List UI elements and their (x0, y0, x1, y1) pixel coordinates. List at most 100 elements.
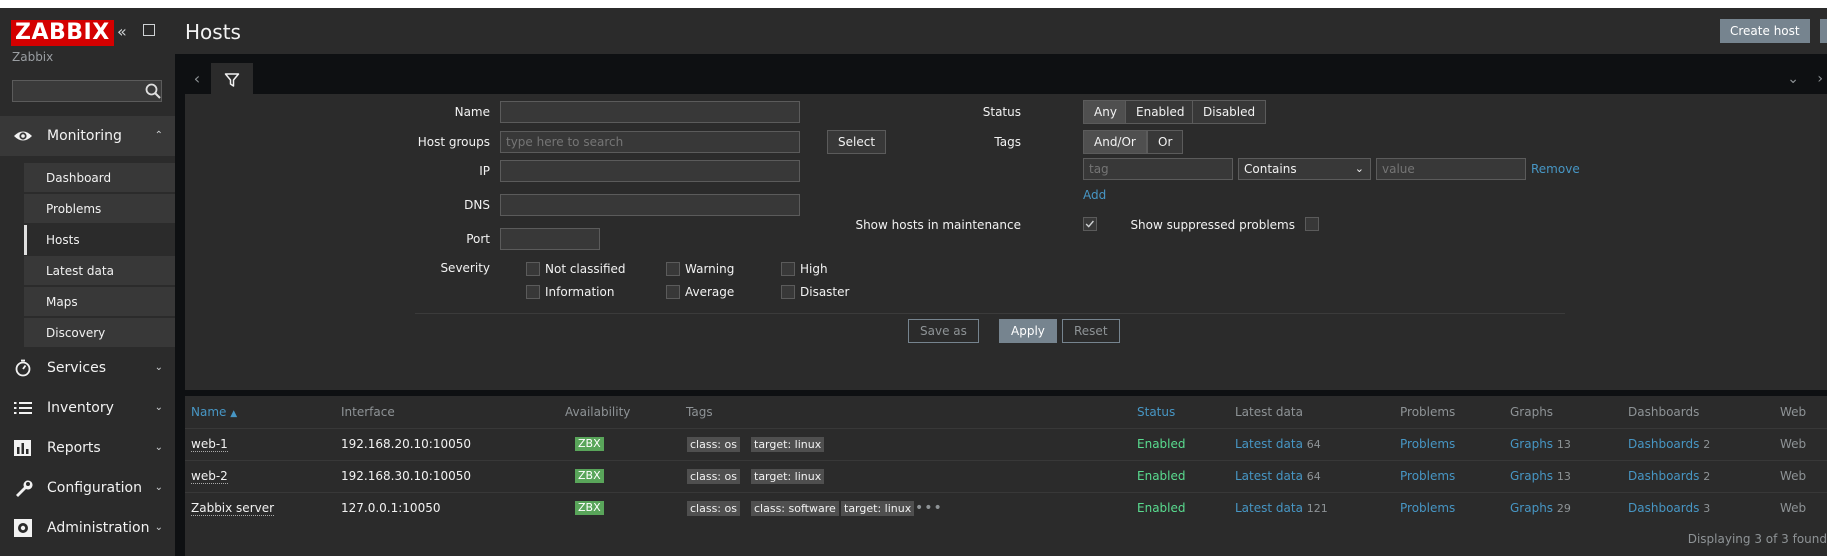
table-row: web-1 192.168.20.10:10050 ZBX class: os … (185, 428, 1827, 459)
ip-label: IP (479, 164, 490, 178)
kiosk-sidebar-icon[interactable] (143, 24, 155, 36)
dns-input[interactable] (500, 194, 800, 216)
page-header: Hosts Create host (175, 8, 1827, 54)
filter-panel: Name Host groups Select IP DNS Port Seve… (185, 94, 1827, 390)
tag-name-input[interactable] (1083, 158, 1233, 180)
tags-or-button[interactable]: Or (1147, 130, 1184, 154)
submenu-problems[interactable]: Problems (24, 194, 175, 224)
menu-reports[interactable]: Reports ⌄ (0, 428, 175, 468)
apply-button[interactable]: Apply (999, 319, 1057, 343)
host-tag[interactable]: class: os (687, 501, 740, 516)
graphs-link[interactable]: Graphs 29 (1510, 493, 1571, 524)
severity-information-checkbox[interactable] (526, 285, 540, 299)
column-header-latest-data: Latest data (1235, 405, 1303, 419)
dashboards-link[interactable]: Dashboards 2 (1628, 461, 1710, 492)
severity-label: Severity (440, 261, 490, 275)
status-enabled-button[interactable]: Enabled (1125, 100, 1196, 124)
graphs-link[interactable]: Graphs 13 (1510, 461, 1571, 492)
tag-value-input[interactable] (1376, 158, 1526, 180)
dashboards-link[interactable]: Dashboards 2 (1628, 429, 1710, 460)
hosts-table: Name ▲ Interface Availability Tags Statu… (185, 396, 1827, 556)
submenu-dashboard[interactable]: Dashboard (24, 163, 175, 193)
host-tag[interactable]: class: software (751, 501, 839, 516)
dashboards-link[interactable]: Dashboards 3 (1628, 493, 1710, 524)
chevron-down-icon: ⌄ (154, 362, 163, 373)
host-tag[interactable]: target: linux (751, 437, 825, 452)
tag-add-link[interactable]: Add (1083, 188, 1106, 202)
host-interface: 192.168.20.10:10050 (341, 437, 472, 451)
chevron-down-icon[interactable]: ⌄ (1787, 63, 1799, 95)
severity-high-checkbox[interactable] (781, 262, 795, 276)
submenu-latest-data[interactable]: Latest data (24, 256, 175, 286)
host-tag[interactable]: class: os (687, 437, 740, 452)
host-groups-input[interactable] (500, 131, 800, 153)
submenu-maps[interactable]: Maps (24, 287, 175, 317)
menu-administration[interactable]: Administration ⌄ (0, 508, 175, 548)
status-disabled-button[interactable]: Disabled (1192, 100, 1267, 124)
page-title: Hosts (185, 20, 241, 44)
host-status-link[interactable]: Enabled (1137, 429, 1186, 459)
host-tag[interactable]: target: linux (751, 469, 825, 484)
menu-configuration[interactable]: Configuration ⌄ (0, 468, 175, 508)
save-as-button[interactable]: Save as (908, 319, 979, 343)
submenu-discovery[interactable]: Discovery (24, 318, 175, 348)
tag-operator-select[interactable]: Contains ⌄ (1238, 158, 1371, 180)
table-footer-count: Displaying 3 of 3 found (1687, 532, 1827, 546)
more-tags-icon[interactable]: ••• (915, 493, 943, 523)
menu-administration-label: Administration (47, 520, 150, 536)
host-name-link[interactable]: web-2 (191, 461, 228, 491)
severity-warning-checkbox[interactable] (666, 262, 680, 276)
availability-zbx-badge[interactable]: ZBX (575, 469, 604, 483)
severity-disaster-checkbox[interactable] (781, 285, 795, 299)
menu-monitoring[interactable]: Monitoring ⌃ (0, 116, 175, 156)
latest-data-link[interactable]: Latest data 121 (1235, 493, 1328, 524)
menu-services[interactable]: Services ⌄ (0, 348, 175, 388)
port-input[interactable] (500, 228, 600, 250)
host-tag[interactable]: class: os (687, 469, 740, 484)
reset-button[interactable]: Reset (1062, 319, 1120, 343)
ip-input[interactable] (500, 160, 800, 182)
web-link[interactable]: Web (1780, 429, 1806, 459)
column-header-status[interactable]: Status (1137, 396, 1175, 428)
menu-inventory[interactable]: Inventory ⌄ (0, 388, 175, 428)
graphs-link[interactable]: Graphs 13 (1510, 429, 1571, 460)
problems-link[interactable]: Problems (1400, 429, 1455, 459)
latest-data-link[interactable]: Latest data 64 (1235, 429, 1321, 460)
availability-zbx-badge[interactable]: ZBX (575, 437, 604, 451)
severity-not-classified-checkbox[interactable] (526, 262, 540, 276)
chevron-down-icon: ⌄ (1354, 162, 1364, 175)
problems-link[interactable]: Problems (1400, 493, 1455, 523)
kiosk-mode-button[interactable] (1820, 19, 1827, 43)
column-header-name[interactable]: Name ▲ (191, 396, 237, 430)
submenu-hosts-label: Hosts (46, 233, 80, 247)
severity-average-checkbox[interactable] (666, 285, 680, 299)
status-any-button[interactable]: Any (1083, 100, 1128, 124)
host-status-link[interactable]: Enabled (1137, 493, 1186, 523)
problems-link[interactable]: Problems (1400, 461, 1455, 491)
sidebar-search-input[interactable] (12, 80, 162, 102)
menu-reports-label: Reports (47, 440, 101, 456)
menu-monitoring-label: Monitoring (47, 128, 122, 144)
host-status-link[interactable]: Enabled (1137, 461, 1186, 491)
availability-zbx-badge[interactable]: ZBX (575, 501, 604, 515)
tag-remove-link[interactable]: Remove (1531, 162, 1580, 176)
collapse-sidebar-icon[interactable]: « (117, 22, 127, 42)
tags-and-or-button[interactable]: And/Or (1083, 130, 1147, 154)
stopwatch-icon (15, 359, 31, 377)
zabbix-logo[interactable]: ZABBIX (11, 20, 114, 46)
search-icon[interactable] (144, 82, 162, 100)
web-link[interactable]: Web (1780, 461, 1806, 491)
web-link[interactable]: Web (1780, 493, 1806, 523)
suppressed-checkbox[interactable] (1305, 217, 1319, 231)
submenu-hosts[interactable]: Hosts (24, 225, 175, 255)
name-input[interactable] (500, 101, 800, 123)
chevron-left-icon[interactable]: ‹ (185, 63, 209, 95)
latest-data-link[interactable]: Latest data 64 (1235, 461, 1321, 492)
host-tag[interactable]: target: linux (841, 501, 915, 516)
tag-operator-value: Contains (1244, 162, 1297, 176)
create-host-button[interactable]: Create host (1720, 19, 1810, 43)
filter-tab[interactable] (211, 63, 253, 97)
host-name-link[interactable]: web-1 (191, 429, 228, 459)
chevron-right-icon[interactable]: › (1817, 63, 1823, 95)
host-name-link[interactable]: Zabbix server (191, 493, 275, 523)
